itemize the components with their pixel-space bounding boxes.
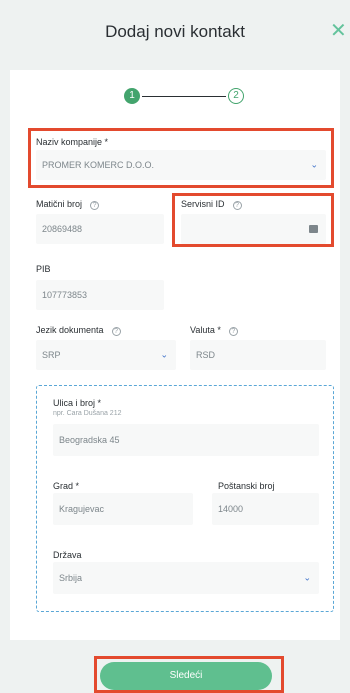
close-icon[interactable]: ✕ — [330, 21, 347, 41]
country-select[interactable]: Srbija ⌄ — [53, 562, 319, 594]
postal-field[interactable]: 14000 — [212, 493, 319, 525]
street-hint: npr. Cara Dušana 212 — [53, 410, 122, 417]
page-title: Dodaj novi kontakt — [105, 22, 245, 41]
maticni-field[interactable]: 20869488 — [36, 214, 164, 244]
pib-value: 107773853 — [42, 290, 88, 300]
postal-value: 14000 — [218, 504, 244, 514]
pib-field[interactable]: 107773853 — [36, 280, 164, 310]
stepper: 1 2 — [124, 88, 254, 108]
modal-header: Dodaj novi kontakt ✕ — [0, 0, 350, 70]
city-label: Grad * — [53, 481, 80, 491]
valuta-label: Valuta *? — [190, 325, 238, 336]
step-connector — [142, 96, 226, 97]
postal-label: Poštanski broj — [218, 481, 275, 491]
maticni-label: Matični broj? — [36, 199, 100, 210]
step-1-indicator: 1 — [124, 88, 140, 104]
chevron-down-icon: ⌄ — [303, 572, 311, 583]
highlight-servisni — [172, 193, 334, 247]
country-label: Država — [53, 550, 82, 560]
pib-label: PIB — [36, 264, 51, 274]
help-icon[interactable]: ? — [90, 201, 100, 210]
street-label: Ulica i broj * — [53, 398, 102, 408]
jezik-select[interactable]: SRP ⌄ — [36, 340, 176, 370]
valuta-field[interactable]: RSD — [190, 340, 326, 370]
jezik-value: SRP — [42, 350, 61, 360]
help-icon[interactable]: ? — [228, 327, 238, 336]
city-field[interactable]: Kragujevac — [53, 493, 193, 525]
highlight-next — [94, 656, 284, 693]
help-icon[interactable]: ? — [111, 327, 121, 336]
country-value: Srbija — [59, 573, 83, 583]
city-value: Kragujevac — [59, 504, 105, 514]
street-value: Beogradska 45 — [59, 435, 120, 445]
maticni-value: 20869488 — [42, 224, 83, 234]
step-2-indicator[interactable]: 2 — [228, 88, 244, 104]
valuta-value: RSD — [196, 350, 216, 360]
chevron-down-icon: ⌄ — [160, 349, 168, 360]
street-field[interactable]: Beogradska 45 — [53, 424, 319, 456]
jezik-label: Jezik dokumenta? — [36, 325, 121, 336]
highlight-company — [28, 128, 334, 188]
